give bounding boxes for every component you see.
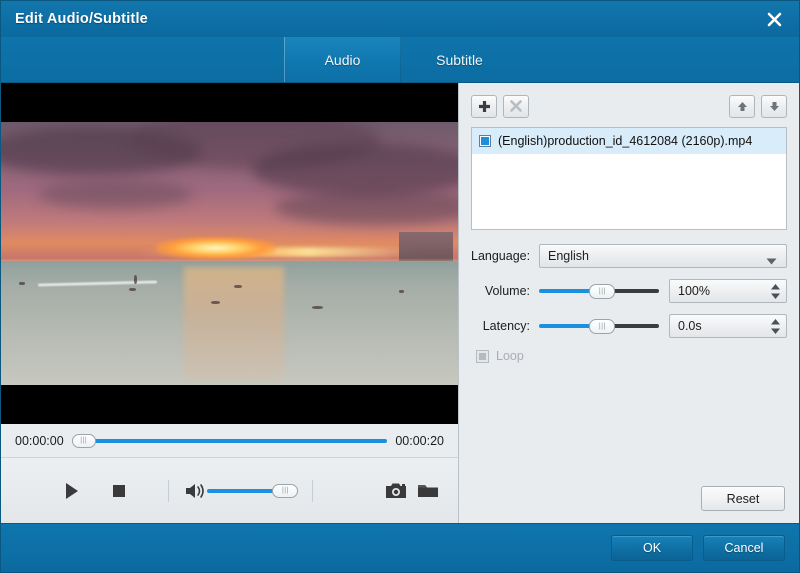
total-time-label: 00:00:20 [395, 433, 444, 448]
track-toolbar [471, 94, 787, 118]
chevron-down-icon [766, 254, 777, 268]
move-track-down-button[interactable] [761, 94, 787, 118]
stepper-up-icon[interactable] [771, 318, 780, 325]
video-frame-image [1, 122, 458, 385]
volume-stepper[interactable]: 100% [669, 279, 787, 303]
cancel-button[interactable]: Cancel [703, 535, 785, 561]
volume-row: Volume: ||| 100% [471, 279, 787, 303]
seek-slider[interactable]: ||| [71, 433, 388, 448]
volume-handle[interactable]: ||| [272, 483, 299, 498]
stop-icon[interactable] [103, 484, 135, 498]
divider [312, 479, 314, 502]
stepper-down-icon[interactable] [771, 328, 780, 334]
seek-handle[interactable]: ||| [71, 433, 96, 448]
divider [167, 479, 169, 502]
latency-setting-slider[interactable]: ||| [539, 318, 659, 334]
volume-label: Volume: [484, 284, 530, 298]
track-list[interactable]: (English)production_id_4612084 (2160p).m… [471, 127, 787, 230]
loop-row: Loop [471, 349, 787, 363]
camera-icon[interactable] [379, 482, 411, 499]
language-row: Language: English [471, 244, 787, 268]
move-track-up-button[interactable] [729, 94, 755, 118]
loop-checkbox [476, 349, 489, 363]
tab-subtitle-label: Subtitle [436, 51, 483, 68]
list-item[interactable]: (English)production_id_4612084 (2160p).m… [472, 128, 786, 154]
seek-track [71, 438, 388, 443]
volume-slider[interactable]: ||| [207, 483, 299, 498]
ok-button[interactable]: OK [611, 535, 693, 561]
speaker-icon[interactable] [183, 482, 208, 500]
language-select[interactable]: English [539, 244, 787, 268]
latency-slider-handle[interactable]: ||| [589, 318, 616, 334]
title-bar: Edit Audio/Subtitle [1, 1, 799, 37]
track-checkbox[interactable] [479, 135, 491, 147]
dialog-body: 00:00:00 ||| 00:00:20 ||| (English)produ… [1, 82, 799, 523]
transport-controls: ||| [1, 458, 458, 523]
dialog-footer: OK Cancel [1, 523, 799, 572]
video-preview[interactable] [1, 83, 458, 424]
volume-slider-handle[interactable]: ||| [589, 283, 616, 299]
audio-settings-pane: (English)production_id_4612084 (2160p).m… [459, 83, 799, 523]
play-icon[interactable] [55, 482, 87, 500]
stepper-up-icon[interactable] [771, 283, 780, 290]
tab-audio[interactable]: Audio [284, 37, 401, 82]
volume-slider-fill [539, 289, 596, 293]
preview-player-pane: 00:00:00 ||| 00:00:20 ||| [1, 83, 459, 523]
latency-stepper-arrows [771, 317, 780, 335]
latency-value: 0.0s [678, 319, 702, 333]
track-name-label: (English)production_id_4612084 (2160p).m… [498, 134, 753, 148]
latency-slider-fill [539, 324, 596, 328]
reset-button-wrap: Reset [701, 486, 785, 511]
tab-subtitle[interactable]: Subtitle [401, 37, 518, 82]
window-title: Edit Audio/Subtitle [15, 11, 148, 27]
audio-properties-form: Language: English Volume: ||| 100% Laten… [471, 244, 787, 363]
edit-audio-subtitle-dialog: Edit Audio/Subtitle Audio Subtitle 00:00… [0, 0, 800, 573]
reset-button[interactable]: Reset [701, 486, 785, 511]
volume-stepper-arrows [771, 282, 780, 300]
tab-audio-label: Audio [324, 51, 361, 68]
close-icon[interactable] [761, 7, 787, 31]
language-label: Language: [471, 249, 531, 263]
add-track-button[interactable] [471, 94, 497, 118]
folder-icon[interactable] [412, 482, 444, 499]
current-time-label: 00:00:00 [15, 433, 64, 448]
latency-row: Latency: ||| 0.0s [471, 314, 787, 338]
remove-track-button[interactable] [503, 94, 529, 118]
timeline-bar: 00:00:00 ||| 00:00:20 [1, 424, 458, 458]
volume-setting-slider[interactable]: ||| [539, 283, 659, 299]
latency-stepper[interactable]: 0.0s [669, 314, 787, 338]
latency-label: Latency: [482, 319, 530, 333]
volume-value: 100% [678, 284, 710, 298]
language-value: English [548, 249, 589, 263]
loop-label: Loop [496, 349, 524, 363]
tab-bar: Audio Subtitle [1, 37, 799, 82]
stepper-down-icon[interactable] [771, 293, 780, 299]
